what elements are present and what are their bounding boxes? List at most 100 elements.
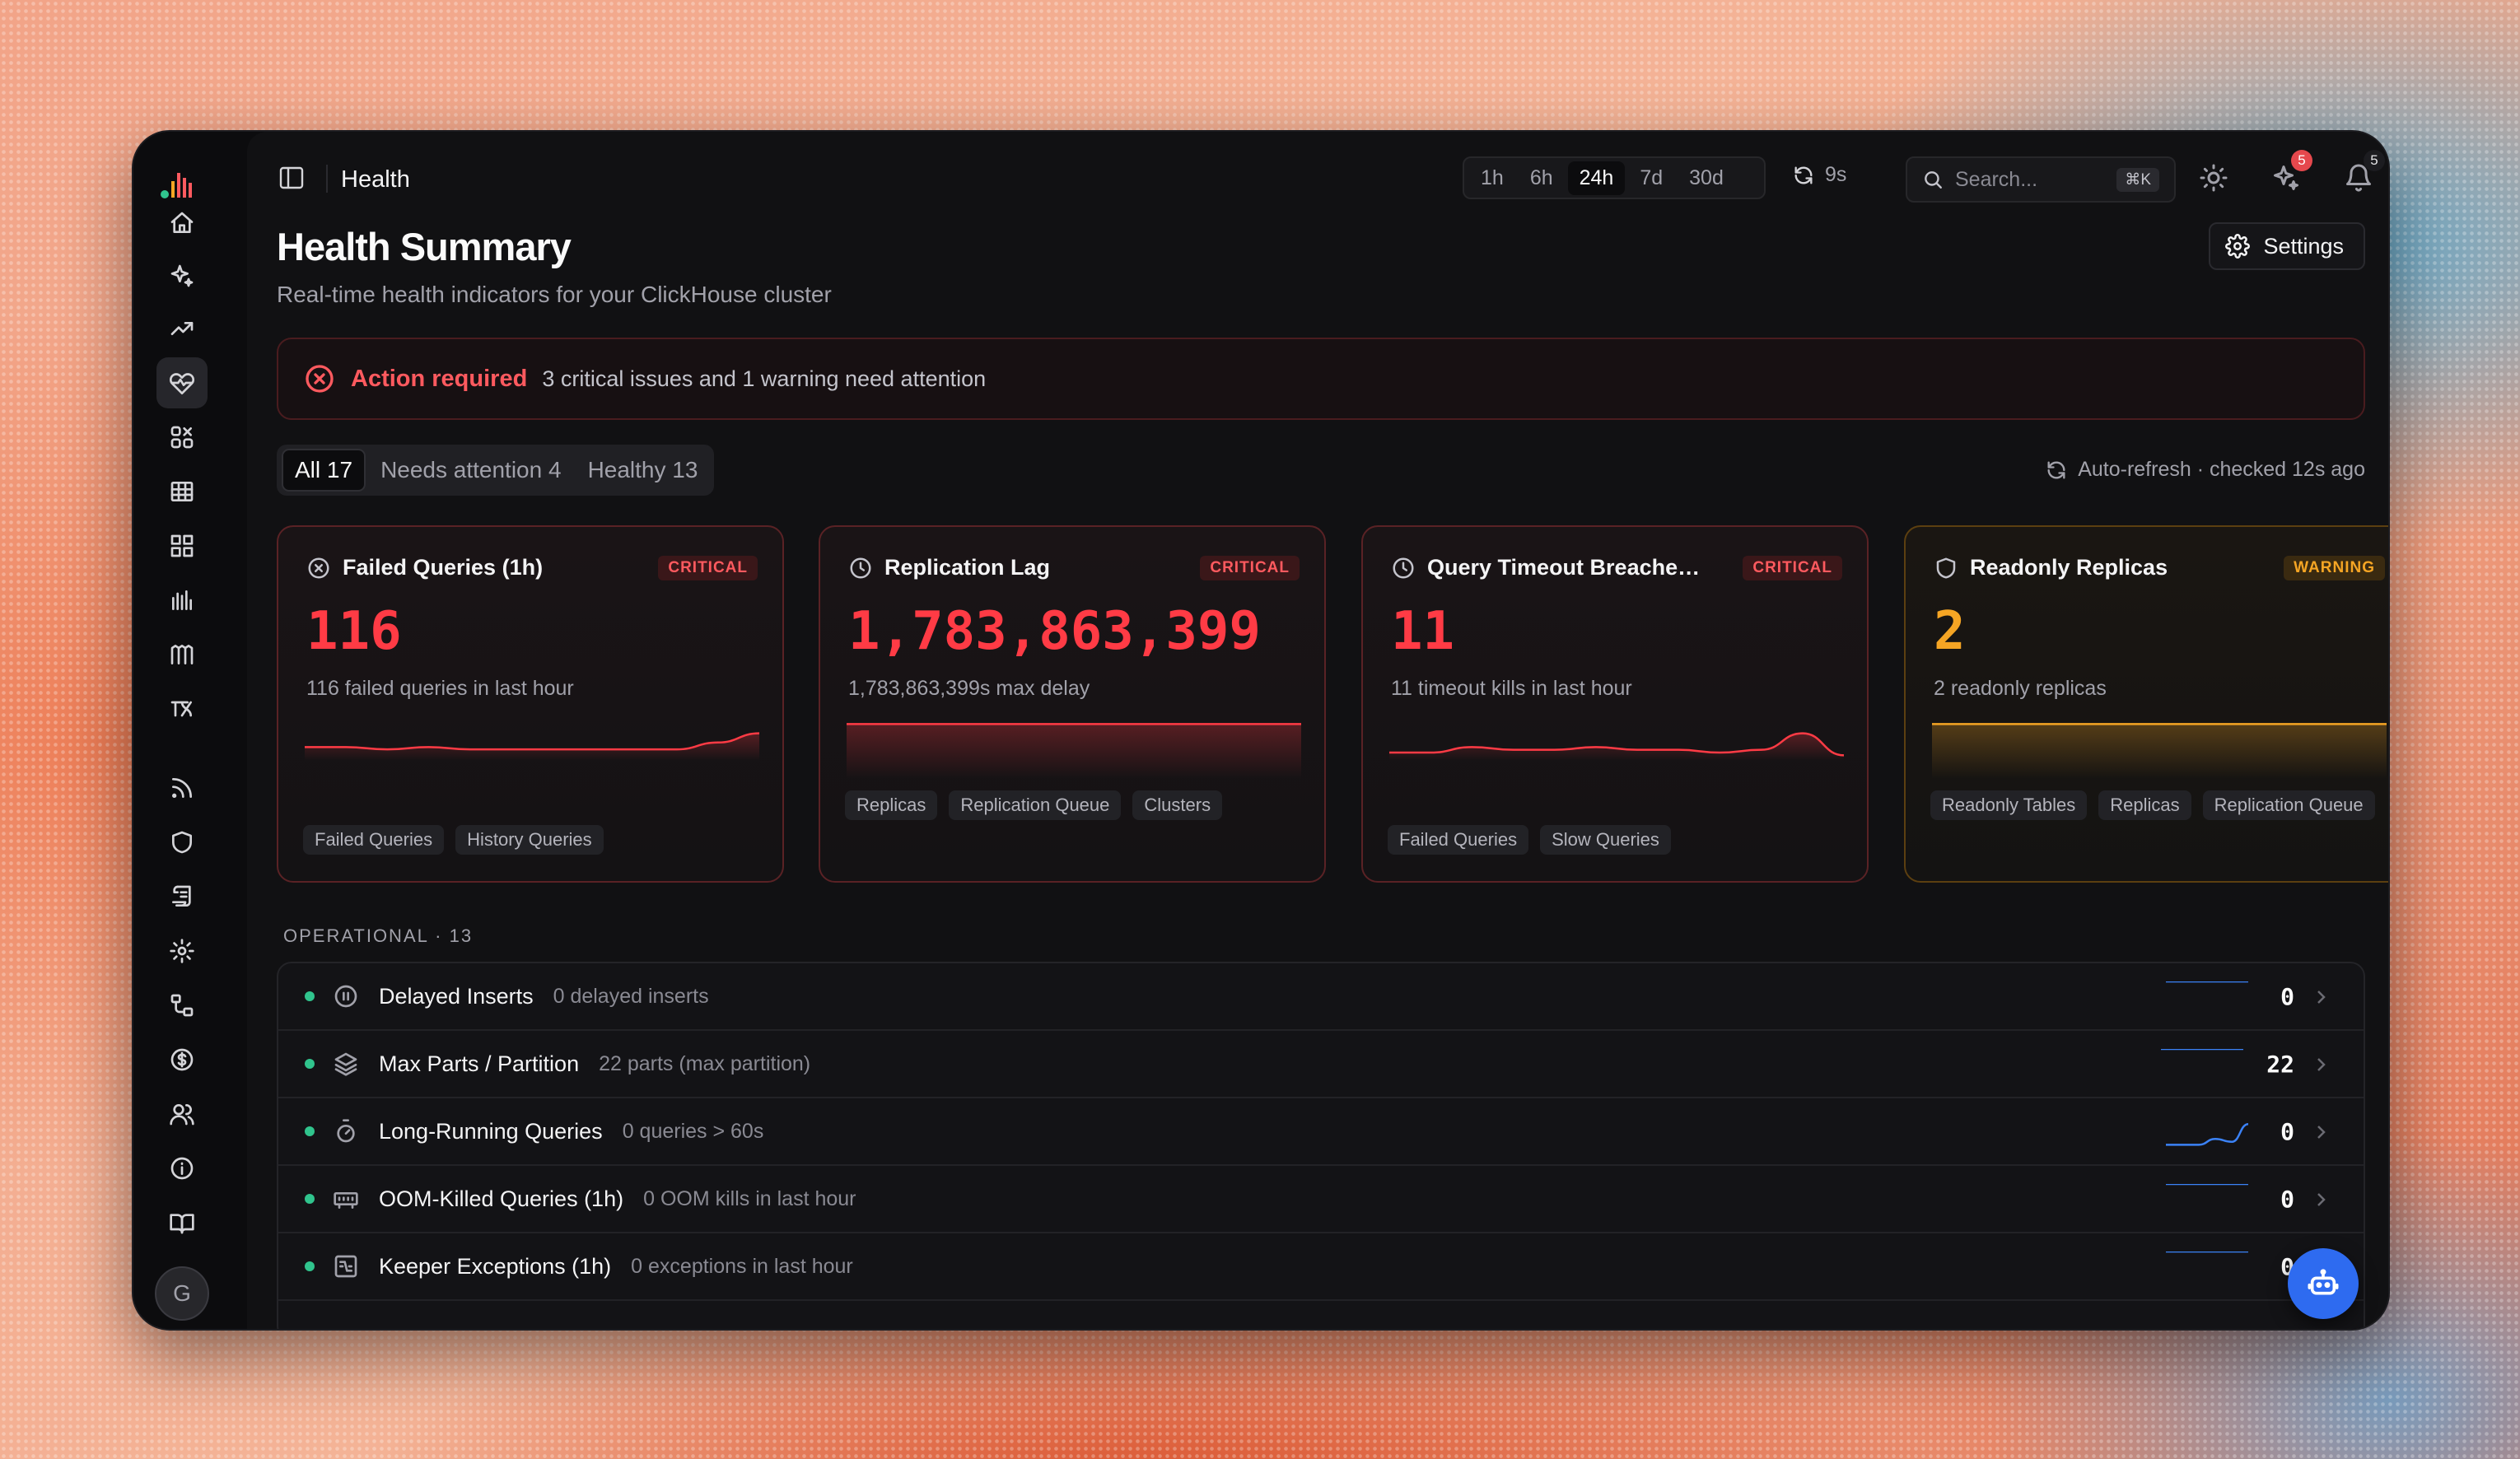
info-icon (170, 1157, 194, 1180)
sidebar-item-sparkles[interactable] (156, 250, 208, 301)
row-description: 0 OOM kills in last hour (643, 1186, 856, 1210)
mutations-icon (170, 701, 192, 717)
page-subtitle: Real-time health indicators for your Cli… (277, 282, 832, 307)
theme-toggle-button[interactable] (2199, 163, 2232, 196)
sidebar-item-bars[interactable] (156, 575, 208, 626)
chevron-right-icon (2311, 1189, 2331, 1210)
filter-count: 4 (548, 457, 562, 482)
sidebar-item-info[interactable] (156, 1143, 208, 1194)
operational-row[interactable]: OOM-Killed Queries (1h) 0 OOM kills in la… (278, 1166, 2364, 1233)
chevron-right-icon (2311, 986, 2331, 1008)
status-dot (305, 1261, 315, 1271)
status-badge: CRITICAL (1743, 555, 1842, 580)
whats-new-badge: 5 (2291, 150, 2312, 171)
card-link-tag[interactable]: Replication Queue (949, 790, 1122, 820)
filter-all[interactable]: All 17 (282, 449, 366, 492)
card-link-tag[interactable]: Failed Queries (1388, 825, 1529, 855)
row-icon (333, 983, 359, 1009)
search-input[interactable]: Search... ⌘K (1906, 156, 2176, 203)
heart-pulse-icon (170, 373, 194, 394)
card-title: Replication Lag (884, 555, 1051, 580)
merges-icon (170, 645, 194, 664)
operational-row[interactable]: Long-Running Queries 0 queries > 60s 0 (278, 1098, 2364, 1166)
card-sparkline (1389, 732, 1844, 761)
card-title: Query Timeout Breaches ... (1427, 555, 1707, 580)
card-link-tag[interactable]: Replicas (845, 790, 938, 820)
notifications-badge: 5 (2364, 150, 2385, 171)
refresh-interval: 9s (1825, 163, 1847, 186)
range-6h[interactable]: 6h (1519, 161, 1565, 195)
card-link-tag[interactable]: Clusters (1132, 790, 1223, 820)
shield-icon (1936, 557, 1956, 578)
refresh-icon (1794, 166, 1813, 184)
sidebar-item-trend[interactable] (156, 303, 208, 354)
card-description: 116 failed queries in last hour (306, 677, 574, 700)
assistant-button[interactable] (2288, 1248, 2359, 1319)
avatar[interactable]: G (155, 1266, 209, 1321)
sidebar-item-flow[interactable] (156, 980, 208, 1031)
settings-button[interactable]: Settings (2209, 222, 2365, 270)
search-shortcut: ⌘K (2116, 167, 2159, 192)
range-1h[interactable]: 1h (1469, 161, 1515, 195)
sidebar-item-grid[interactable] (156, 520, 208, 571)
status-dot (305, 1194, 315, 1204)
sidebar-item-dollar[interactable] (156, 1034, 208, 1085)
notifications-button[interactable]: 5 (2344, 150, 2385, 196)
card-link-tag[interactable]: History Queries (455, 825, 604, 855)
card-description: 11 timeout kills in last hour (1391, 677, 1632, 700)
card-link-tag[interactable]: Replication Queue (2202, 790, 2375, 820)
sidebar-item-users[interactable] (156, 1088, 208, 1140)
operational-count: 13 (449, 925, 474, 946)
card-link-tag[interactable]: Replicas (2098, 790, 2191, 820)
sidebar-item-settings[interactable] (156, 925, 208, 977)
card-description: 2 readonly replicas (1934, 677, 2107, 700)
health-card[interactable]: Replication Lag CRITICAL 1,783,863,399 1,78… (819, 525, 1326, 883)
sparkline-line (305, 732, 759, 751)
range-7d[interactable]: 7d (1628, 161, 1674, 195)
health-card[interactable]: Query Timeout Breaches ... CRITICAL 11 11 t… (1361, 525, 1869, 883)
sidebar-item-merges[interactable] (156, 629, 208, 680)
pause-circle-icon (334, 985, 357, 1008)
sidebar-item-book[interactable] (156, 1197, 208, 1248)
sidebar-item-mutations[interactable] (156, 683, 208, 734)
row-sparkline (2166, 1122, 2248, 1146)
range-30d[interactable]: 30d (1678, 161, 1735, 195)
row-icon (333, 1051, 359, 1077)
layers-icon (334, 1052, 357, 1076)
sidebar-item-feed[interactable] (156, 762, 208, 813)
sidebar-item-apps[interactable] (156, 412, 208, 463)
row-sparkline (2161, 1049, 2243, 1051)
sidebar-item-table[interactable] (156, 466, 208, 517)
row-description: 22 parts (max partition) (599, 1051, 811, 1075)
health-card[interactable]: Failed Queries (1h) CRITICAL 116 116 failed… (277, 525, 784, 883)
filter-count: 13 (672, 457, 698, 482)
sidebar-toggle-icon[interactable] (277, 163, 306, 193)
card-link-tag[interactable]: Failed Queries (303, 825, 445, 855)
card-sparkline (847, 723, 1301, 779)
row-name: Keeper Exceptions (1h) (379, 1253, 612, 1279)
sidebar-item-scroll[interactable] (156, 871, 208, 922)
row-icon (333, 1186, 359, 1212)
chevron-right-icon (2311, 1054, 2331, 1075)
operational-row[interactable]: Max Parts / Partition 22 parts (max parti… (278, 1031, 2364, 1098)
home-icon (170, 212, 194, 233)
card-link-tag[interactable]: Readonly Tables (1930, 790, 2088, 820)
health-card[interactable]: Readonly Replicas WARNING 2 2 readonly repl… (1904, 525, 2388, 883)
operational-row[interactable]: Delayed Inserts 0 delayed inserts 0 (278, 963, 2364, 1031)
range-24h[interactable]: 24h (1567, 161, 1626, 195)
card-links: Readonly Tables Replicas Replication Queue (1930, 790, 2385, 820)
filter-needs-attention[interactable]: Needs attention 4 (369, 450, 573, 490)
row-name: Delayed Inserts (379, 983, 534, 1009)
topbar-divider (326, 165, 328, 193)
card-link-tag[interactable]: Slow Queries (1540, 825, 1671, 855)
card-title: Failed Queries (1h) (343, 555, 544, 580)
filter-healthy[interactable]: Healthy 13 (576, 450, 710, 490)
whats-new-button[interactable]: 5 (2271, 150, 2312, 196)
sidebar-item-home[interactable] (156, 198, 208, 249)
grid-icon (170, 534, 194, 557)
sidebar-item-shield[interactable] (156, 817, 208, 868)
sidebar-item-heart-pulse[interactable] (156, 357, 208, 408)
operational-row[interactable]: Keeper Exceptions (1h) 0 exceptions in la… (278, 1233, 2364, 1301)
card-header: Readonly Replicas WARNING (1934, 555, 2385, 580)
refresh-button[interactable]: 9s (1792, 163, 1846, 187)
